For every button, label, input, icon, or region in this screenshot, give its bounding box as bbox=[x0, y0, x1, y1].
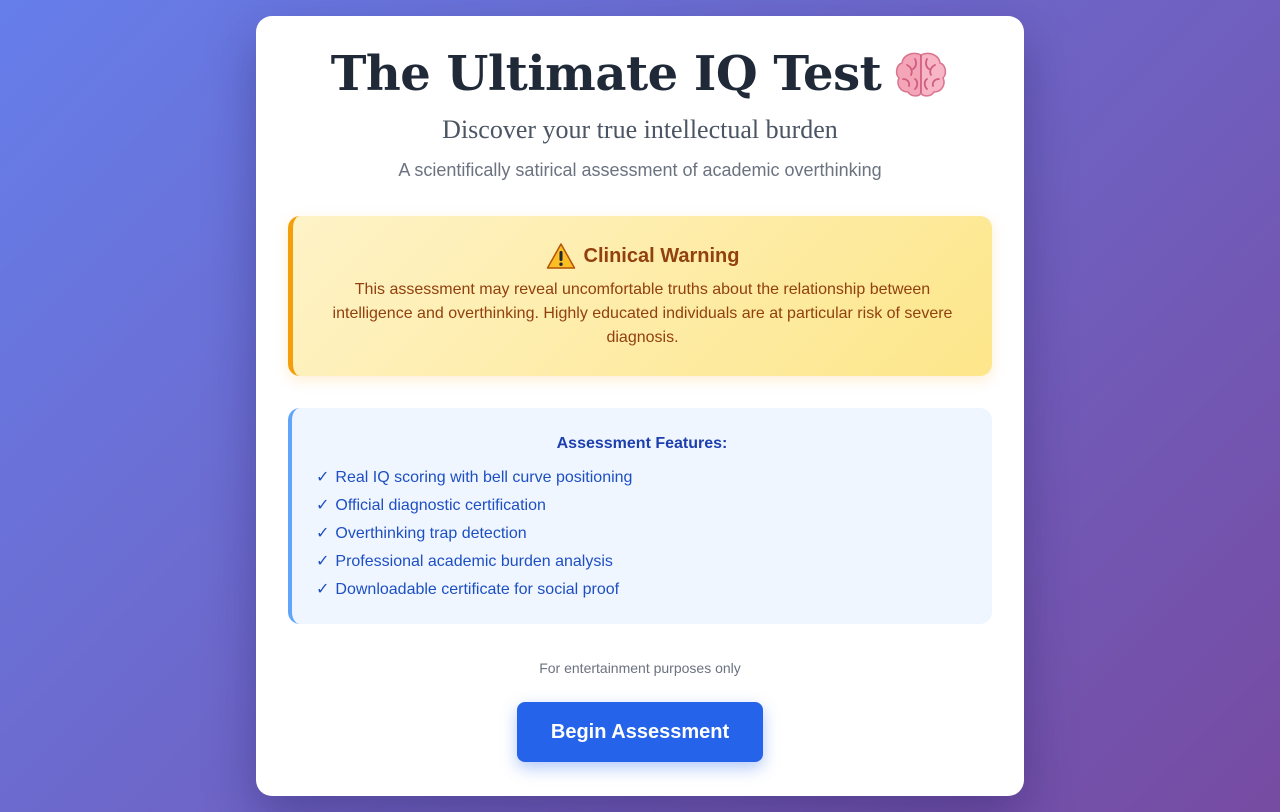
list-item: ✓ Real IQ scoring with bell curve positi… bbox=[316, 464, 968, 492]
list-item: ✓ Official diagnostic certification bbox=[316, 492, 968, 520]
title-row: The Ultimate IQ Test bbox=[288, 44, 992, 104]
subtitle: Discover your true intellectual burden bbox=[442, 115, 838, 144]
warning-header: Clinical Warning bbox=[329, 240, 956, 272]
brain-icon bbox=[893, 49, 949, 99]
check-icon: ✓ bbox=[316, 525, 330, 542]
disclaimer: For entertainment purposes only bbox=[539, 660, 741, 676]
clinical-warning-box: Clinical Warning This assessment may rev… bbox=[288, 216, 992, 376]
begin-assessment-button[interactable]: Begin Assessment bbox=[517, 702, 763, 762]
features-title: Assessment Features: bbox=[556, 435, 728, 452]
feature-label: Downloadable certificate for social proo… bbox=[335, 581, 620, 598]
features-box: Assessment Features: ✓ Real IQ scoring w… bbox=[288, 408, 992, 624]
page-title: The Ultimate IQ Test bbox=[330, 46, 882, 102]
feature-label: Official diagnostic certification bbox=[335, 497, 546, 514]
list-item: ✓ Downloadable certificate for social pr… bbox=[316, 576, 968, 604]
assessment-card: The Ultimate IQ Test Discover your true … bbox=[256, 16, 1024, 796]
warning-text: This assessment may reveal uncomfortable… bbox=[332, 281, 953, 346]
check-icon: ✓ bbox=[316, 553, 330, 570]
feature-label: Professional academic burden analysis bbox=[335, 553, 613, 570]
list-item: ✓ Professional academic burden analysis bbox=[316, 548, 968, 576]
features-list: ✓ Real IQ scoring with bell curve positi… bbox=[316, 464, 968, 604]
tagline: A scientifically satirical assessment of… bbox=[398, 160, 882, 180]
check-icon: ✓ bbox=[316, 497, 330, 514]
warning-title: Clinical Warning bbox=[583, 244, 740, 267]
check-icon: ✓ bbox=[316, 581, 330, 598]
list-item: ✓ Overthinking trap detection bbox=[316, 520, 968, 548]
feature-label: Overthinking trap detection bbox=[335, 525, 527, 542]
warning-icon bbox=[546, 242, 576, 270]
check-icon: ✓ bbox=[316, 469, 330, 486]
feature-label: Real IQ scoring with bell curve position… bbox=[335, 469, 633, 486]
